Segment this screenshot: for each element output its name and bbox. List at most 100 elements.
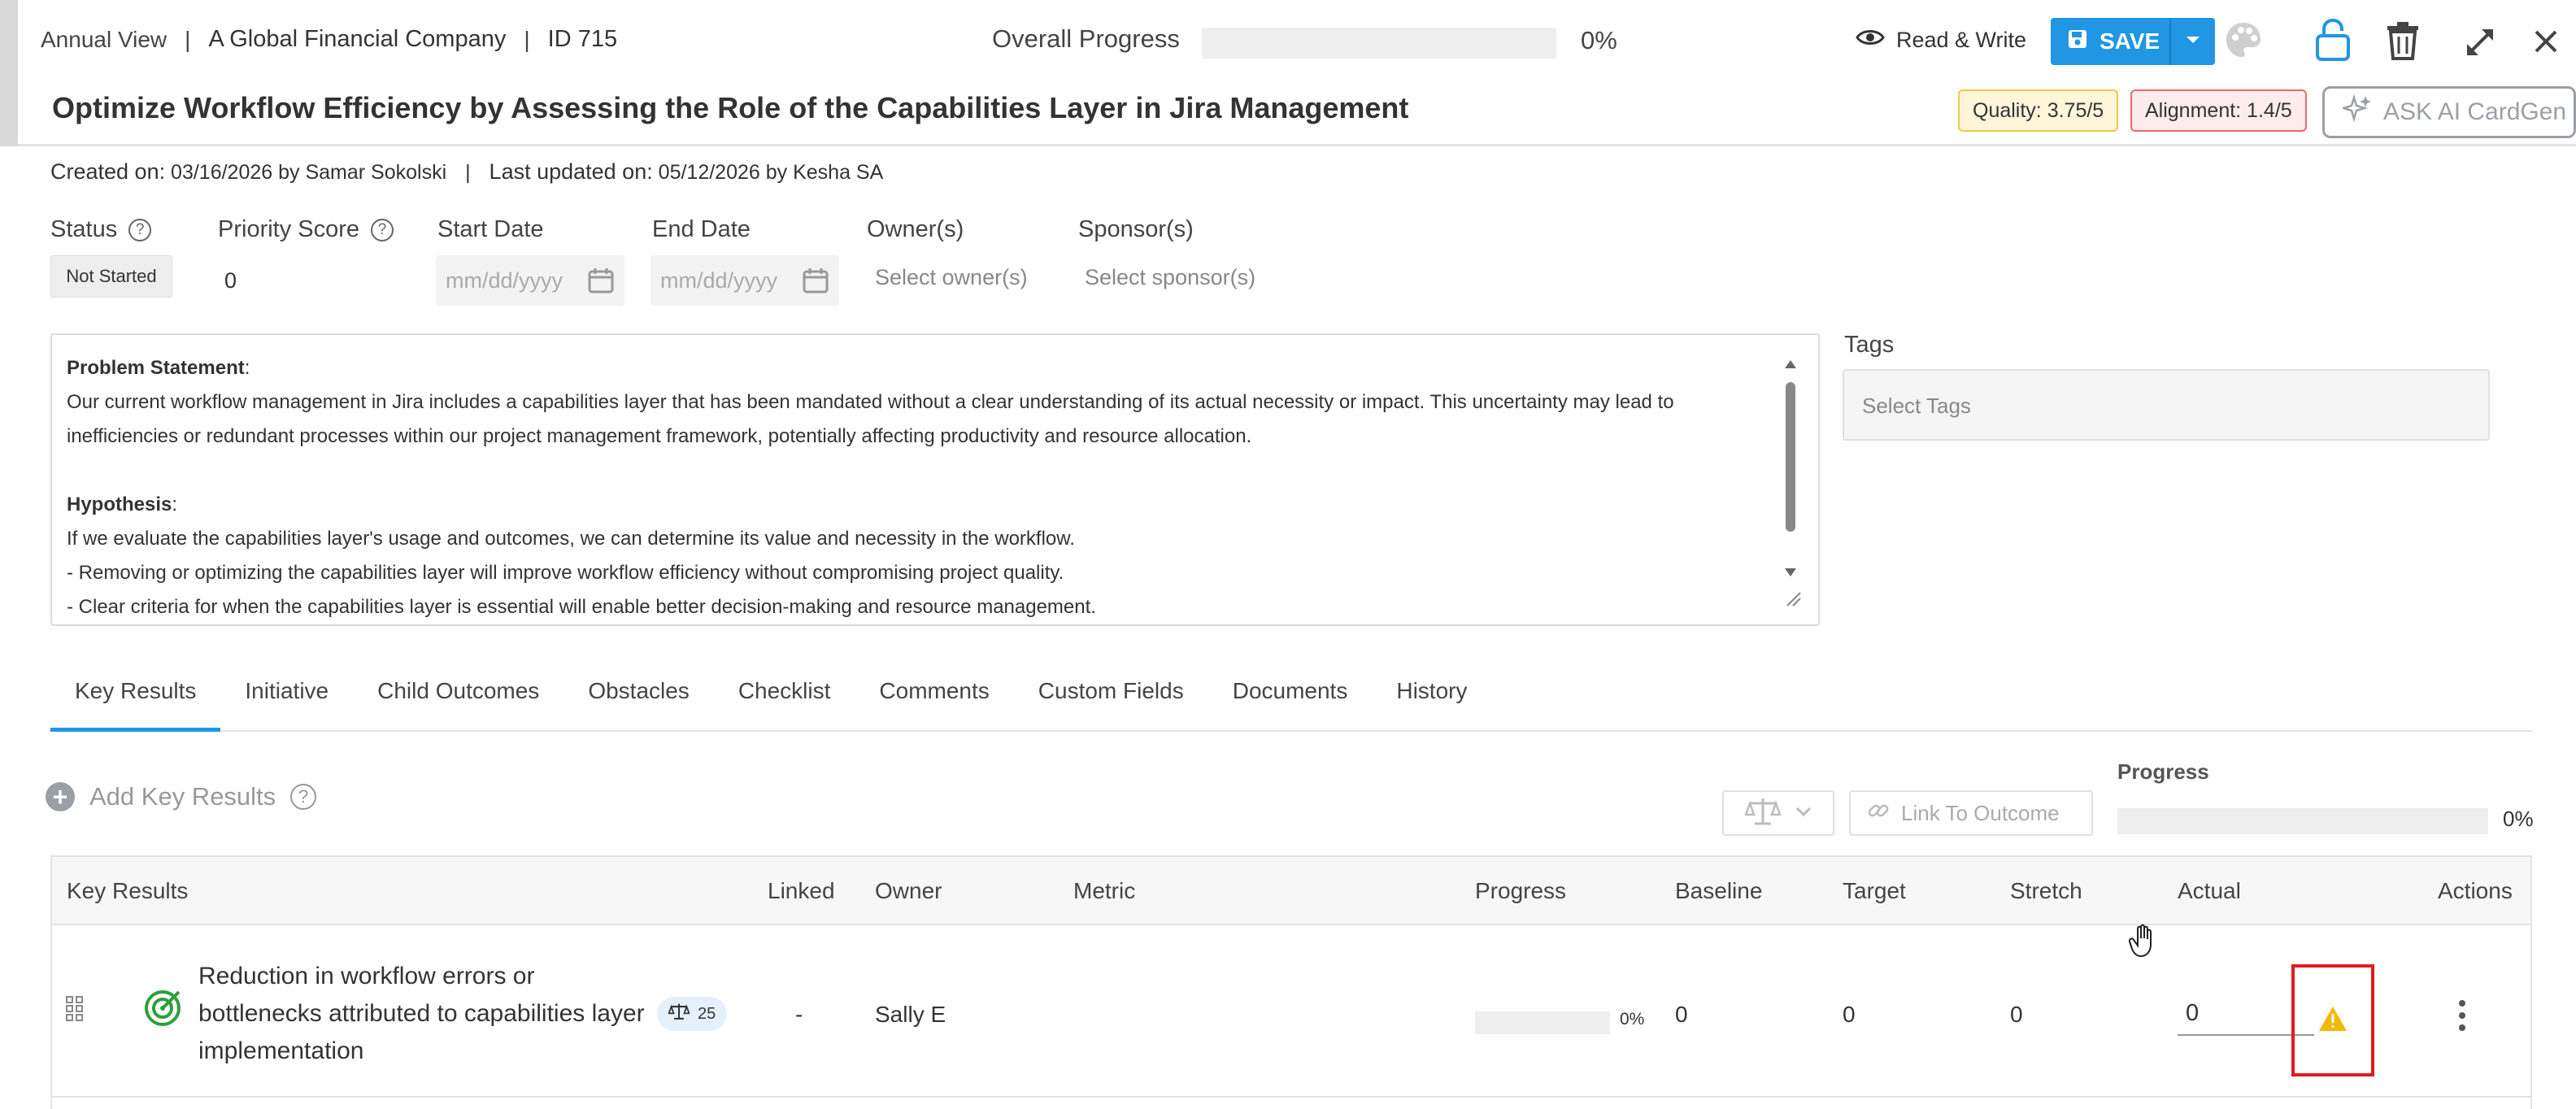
tab-documents[interactable]: Documents (1208, 667, 1373, 732)
tab-history[interactable]: History (1372, 667, 1491, 732)
problem-heading: Problem Statement (67, 357, 245, 379)
calendar-icon[interactable] (587, 267, 615, 300)
sponsor-select[interactable]: Select sponsor(s) (1085, 265, 1255, 290)
tags-select[interactable]: Select Tags (1843, 369, 2490, 441)
ask-ai-button[interactable]: ASK AI CardGen (2322, 86, 2576, 138)
start-date-input[interactable]: mm/dd/yyyy (436, 255, 624, 306)
key-result-name[interactable]: Reduction in workflow errors or bottlene… (198, 958, 654, 1070)
column-header[interactable]: Actual (2178, 878, 2241, 904)
overall-progress-label: Overall Progress (992, 24, 1180, 53)
resize-handle-icon[interactable] (1784, 589, 1802, 611)
priority-score-value[interactable]: 0 (224, 268, 237, 294)
target-value[interactable]: 0 (1843, 1002, 1856, 1028)
problem-text: Our current workflow management in Jira … (67, 391, 1674, 447)
calendar-icon[interactable] (802, 267, 829, 300)
chevron-down-icon (2185, 34, 2201, 49)
table-row[interactable]: Reduction in workflow errors or bottlene… (52, 925, 2530, 1098)
link-icon (1867, 799, 1890, 828)
overall-progress-value: 0% (1581, 26, 1617, 54)
description-scrollbar[interactable] (1782, 359, 1799, 579)
quality-badge[interactable]: Quality: 3.75/5 (1958, 89, 2119, 132)
column-header[interactable]: Actions (2438, 878, 2513, 904)
tab-obstacles[interactable]: Obstacles (564, 667, 714, 732)
alignment-badge[interactable]: Alignment: 1.4/5 (2130, 89, 2307, 132)
hypothesis-line: If we evaluate the capabilities layer's … (67, 528, 1075, 550)
warning-icon[interactable] (2317, 1005, 2348, 1037)
end-date-input[interactable]: mm/dd/yyyy (651, 255, 839, 306)
tab-bar: Key Results Initiative Child Outcomes Ob… (50, 667, 2532, 732)
owner-select[interactable]: Select owner(s) (875, 265, 1028, 290)
sparkle-icon (2339, 94, 2372, 130)
help-icon[interactable]: ? (128, 218, 152, 241)
stretch-value[interactable]: 0 (2010, 1002, 2023, 1028)
trash-icon[interactable] (2386, 21, 2420, 64)
column-header[interactable]: Metric (1073, 878, 1135, 904)
owner-value[interactable]: Sally E (875, 1002, 946, 1028)
save-label: SAVE (2100, 28, 2160, 54)
column-header[interactable]: Key Results (67, 878, 188, 904)
save-dropdown-button[interactable] (2169, 18, 2215, 65)
read-write-label: Read & Write (1896, 28, 2027, 52)
sponsor-label: Sponsor(s) (1078, 216, 1194, 242)
help-icon[interactable]: ? (371, 218, 394, 241)
lock-icon[interactable] (2314, 18, 2352, 66)
link-to-outcome-button[interactable]: Link To Outcome (1849, 790, 2093, 836)
column-header[interactable]: Owner (875, 878, 942, 904)
plus-icon: + (46, 782, 75, 811)
close-icon[interactable] (2534, 29, 2558, 58)
column-header[interactable]: Target (1843, 878, 1906, 904)
row-actions-menu-icon[interactable] (2459, 1000, 2465, 1031)
breadcrumb: Annual View | A Global Financial Company… (41, 26, 618, 53)
status-field-label: Status ? (50, 216, 152, 243)
key-result-target-icon (143, 989, 182, 1033)
kr-progress-bar (2117, 808, 2488, 834)
company-name: A Global Financial Company (208, 26, 507, 52)
weight-value: 25 (698, 1004, 716, 1023)
column-header[interactable]: Stretch (2010, 878, 2082, 904)
weight-badge[interactable]: 25 (657, 997, 728, 1031)
drag-handle-icon[interactable] (65, 995, 85, 1029)
tab-checklist[interactable]: Checklist (714, 667, 855, 732)
scale-icon (1744, 797, 1782, 830)
save-button[interactable]: SAVE (2051, 18, 2169, 65)
scrollbar-thumb[interactable] (1786, 382, 1795, 532)
updated-label: Last updated on: (489, 159, 653, 184)
tab-custom-fields[interactable]: Custom Fields (1014, 667, 1208, 732)
read-write-toggle[interactable]: Read & Write (1856, 28, 2026, 53)
table-header: Key Results Linked Owner Metric Progress… (52, 857, 2530, 925)
tab-initiative[interactable]: Initiative (220, 667, 353, 732)
tab-child-outcomes[interactable]: Child Outcomes (353, 667, 564, 732)
hand-cursor-icon (2128, 924, 2158, 962)
hypothesis-heading: Hypothesis (67, 494, 172, 515)
column-header[interactable]: Progress (1475, 878, 1566, 904)
page-title: Optimize Workflow Efficiency by Assessin… (52, 91, 1409, 124)
created-label: Created on: (50, 159, 166, 184)
warning-highlight[interactable] (2291, 964, 2374, 1076)
header-bar: Annual View | A Global Financial Company… (0, 0, 2576, 146)
left-edge-strip (0, 0, 18, 146)
key-results-table: Key Results Linked Owner Metric Progress… (50, 855, 2532, 1109)
created-value: 03/16/2026 by Samar Sokolski (171, 161, 447, 184)
status-select[interactable]: Not Started (50, 255, 172, 298)
add-key-results-button[interactable]: + Add Key Results ? (46, 782, 317, 811)
column-header[interactable]: Baseline (1675, 878, 1762, 904)
ask-ai-label: ASK AI CardGen (2383, 98, 2567, 125)
help-icon[interactable]: ? (290, 784, 317, 810)
description-editor[interactable]: Problem Statement: Our current workflow … (50, 333, 1820, 626)
link-to-outcome-label: Link To Outcome (1901, 800, 2060, 825)
kr-progress-value: 0% (2503, 807, 2534, 831)
tab-comments[interactable]: Comments (855, 667, 1013, 732)
view-label[interactable]: Annual View (41, 27, 167, 53)
tab-key-results[interactable]: Key Results (50, 667, 221, 732)
weighting-dropdown[interactable] (1722, 790, 1834, 836)
expand-icon[interactable] (2464, 26, 2496, 63)
column-header[interactable]: Linked (768, 878, 835, 904)
baseline-value[interactable]: 0 (1675, 1002, 1688, 1028)
scale-icon (668, 1002, 690, 1025)
eye-icon (1856, 28, 1885, 53)
kr-progress-label: Progress (2117, 759, 2209, 784)
save-button-group: SAVE (2051, 18, 2215, 65)
start-date-label: Start Date (437, 216, 544, 242)
hypothesis-line: - Removing or optimizing the capabilitie… (67, 562, 1064, 584)
palette-icon[interactable] (2223, 20, 2264, 64)
